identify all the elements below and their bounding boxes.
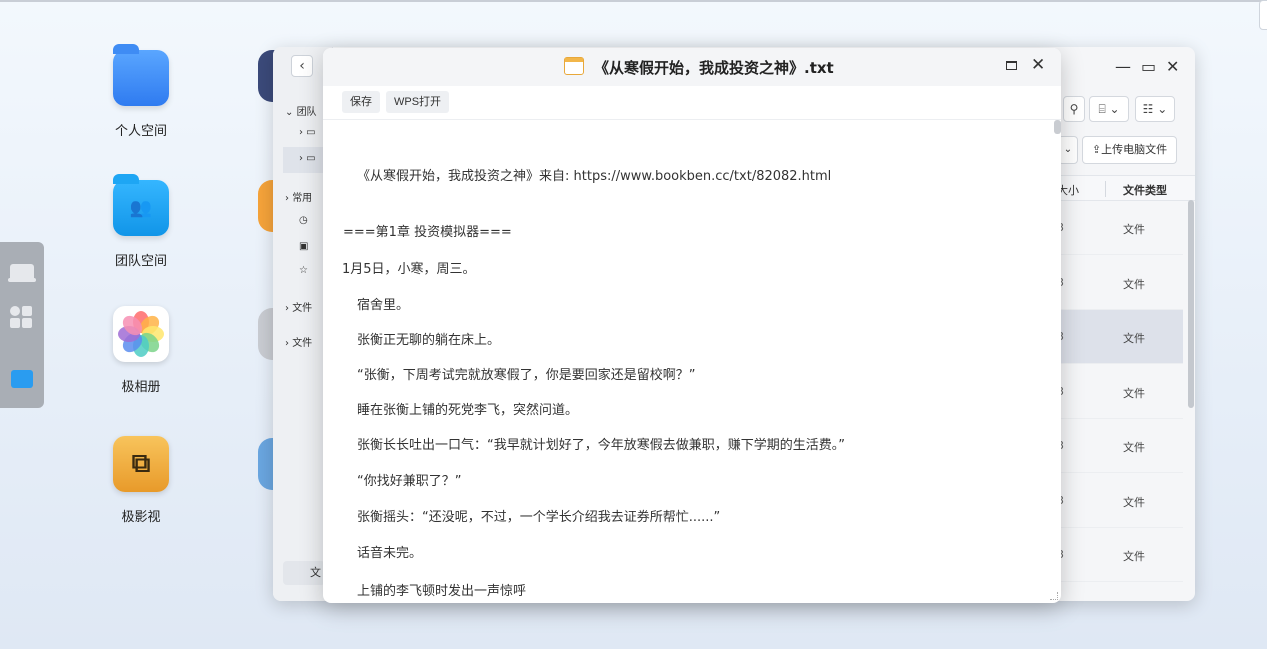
desktop-icon-label: 极相册 <box>121 380 161 395</box>
table-row[interactable]: 3文件 <box>1053 419 1183 473</box>
text-line: 话音未完。 <box>357 546 423 561</box>
column-type[interactable]: 文件类型 <box>1123 182 1167 198</box>
team-folder-icon: 👥 <box>113 174 169 236</box>
sidebar-item-files[interactable]: › 文件 <box>285 299 312 314</box>
file-type: 文件 <box>1123 550 1145 563</box>
file-type: 文件 <box>1123 441 1145 454</box>
file-type: 文件 <box>1123 332 1145 345</box>
file-type: 文件 <box>1123 223 1145 236</box>
corner-widget[interactable] <box>1259 0 1267 30</box>
text-line: “张衡，下周考试完就放寒假了，你是要回家还是留校啊？” <box>357 368 696 383</box>
text-line: 张衡正无聊的躺在床上。 <box>357 333 501 348</box>
file-type: 文件 <box>1123 277 1145 291</box>
text-editor-window: 《从寒假开始，我成投资之神》.txt ✕ 保存 WPS打开 《从寒假开始，我成投… <box>323 48 1061 603</box>
close-icon[interactable]: ✕ <box>1166 57 1179 76</box>
sidebar-folder[interactable]: › ▭ <box>299 153 316 164</box>
text-line: ===第1章 投资模拟器=== <box>343 225 512 240</box>
table-row[interactable]: 3文件 <box>1053 201 1183 255</box>
view-mode-icon[interactable]: ☷ ⌄ <box>1135 96 1175 122</box>
table-row[interactable]: 3文件 <box>1053 310 1183 364</box>
editor-toolbar: 保存 WPS打开 <box>323 86 1061 120</box>
sidebar-item-team[interactable]: ⌄ 团队 <box>285 103 317 118</box>
star-icon[interactable]: ☆ <box>299 265 308 276</box>
file-type: 文件 <box>1123 386 1145 400</box>
text-line: 宿舍里。 <box>357 298 410 313</box>
image-icon[interactable]: ▣ <box>299 241 308 252</box>
maximize-icon[interactable]: ▭ <box>1141 57 1156 76</box>
text-line: 《从寒假开始，我成投资之神》来自: https://www.bookben.cc… <box>357 169 832 184</box>
text-line: 上铺的李飞顿时发出一声惊呼 <box>357 584 527 599</box>
resize-handle[interactable] <box>1050 592 1058 600</box>
screen-top-border <box>0 0 1267 2</box>
desktop-icon-team-space[interactable]: 👥 团队空间 <box>86 174 196 269</box>
sidebar-bottom-button[interactable]: 文 <box>283 561 325 585</box>
laptop-icon[interactable] <box>8 264 36 282</box>
text-line: 1月5日，小寒，周三。 <box>342 262 476 277</box>
chevron-down-icon[interactable]: ⌄ <box>1058 136 1078 164</box>
desktop-icon-label: 极影视 <box>121 510 161 525</box>
clock-icon[interactable]: ◷ <box>299 215 308 226</box>
photos-icon <box>113 306 169 362</box>
apps-grid-icon[interactable] <box>10 306 34 328</box>
table-header: 大小 文件类型 <box>1053 175 1195 201</box>
desktop-icon-personal-space[interactable]: 个人空间 <box>86 44 196 139</box>
video-icon: ⧉ <box>113 436 169 492</box>
editor-content[interactable]: 《从寒假开始，我成投资之神》来自: https://www.bookben.cc… <box>323 120 1053 603</box>
editor-title: 《从寒假开始，我成投资之神》.txt <box>594 59 834 77</box>
minimize-icon[interactable]: — <box>1115 57 1131 76</box>
scrollbar[interactable] <box>1054 120 1061 134</box>
sidebar-item-files[interactable]: › 文件 <box>285 334 312 349</box>
desktop-icon-label: 个人空间 <box>114 124 167 139</box>
sort-icon[interactable]: ⌸ ⌄ <box>1089 96 1129 122</box>
table-row[interactable]: 3文件 <box>1053 528 1183 582</box>
text-line: 张衡摇头：“还没呢，不过，一个学长介绍我去证券所帮忙......” <box>357 510 721 525</box>
maximize-icon[interactable] <box>1006 61 1017 70</box>
text-line: 睡在张衡上铺的死党李飞，突然问道。 <box>357 403 579 418</box>
text-line: “你找好兼职了？” <box>357 474 462 489</box>
scrollbar[interactable] <box>1188 200 1194 408</box>
editor-titlebar[interactable]: 《从寒假开始，我成投资之神》.txt ✕ <box>323 48 1061 86</box>
sidebar-folder[interactable]: › ▭ <box>299 127 316 138</box>
table-row[interactable]: 3文件 <box>1053 365 1183 419</box>
search-icon[interactable]: ⚲ <box>1063 96 1085 122</box>
back-button[interactable]: ‹ <box>291 55 313 77</box>
desktop-icon-label: 团队空间 <box>114 254 167 269</box>
table-row[interactable]: 3文件 <box>1053 256 1183 310</box>
desktop-icon-photos[interactable]: 极相册 <box>86 306 196 395</box>
desktop-icon-video[interactable]: ⧉ 极影视 <box>86 436 196 525</box>
left-dock <box>0 242 44 408</box>
text-file-icon <box>564 57 584 75</box>
upload-button[interactable]: ⇪上传电脑文件 <box>1082 136 1177 164</box>
table-row[interactable]: 3文件 <box>1053 474 1183 528</box>
folder-icon <box>113 44 169 106</box>
wps-open-button[interactable]: WPS打开 <box>386 91 450 113</box>
sidebar-item-common[interactable]: › 常用 <box>285 189 312 204</box>
close-icon[interactable]: ✕ <box>1031 55 1045 75</box>
text-line: 张衡长长吐出一口气：“我早就计划好了，今年放寒假去做兼职，赚下学期的生活费。” <box>357 438 845 453</box>
team-folder-icon[interactable] <box>11 370 33 388</box>
file-type: 文件 <box>1123 495 1145 509</box>
save-button[interactable]: 保存 <box>342 91 380 113</box>
